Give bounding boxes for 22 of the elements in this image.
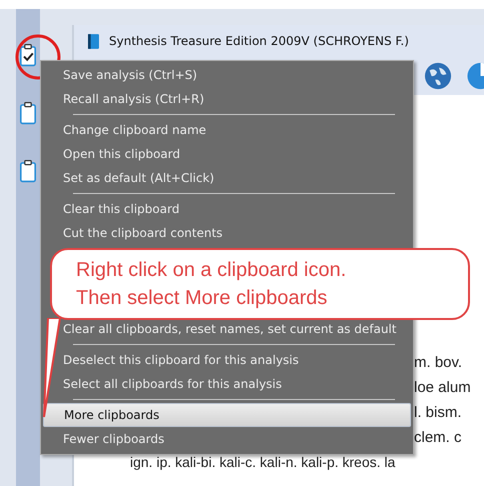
book-icon <box>88 34 99 48</box>
clipboard-icon[interactable] <box>20 159 36 183</box>
remedy-text: l. bism. <box>414 404 462 422</box>
menu-item[interactable]: Recall analysis (Ctrl+R) <box>43 87 411 111</box>
clipboard-check-icon[interactable] <box>20 43 36 67</box>
menu-item[interactable]: Save analysis (Ctrl+S) <box>43 63 411 87</box>
menu-item[interactable]: Fewer clipboards <box>43 427 411 451</box>
remedy-text: m. bov. <box>414 354 462 372</box>
window-title: Synthesis Treasure Edition 2009V (SCHROYENS F.) <box>109 34 409 48</box>
remedy-text: ign. ip. kali-bi. kali-c. kali-n. kali-p. kreos. la <box>130 454 396 472</box>
remedy-text: clem. c <box>414 429 462 447</box>
menu-item[interactable]: Clear this clipboard <box>43 197 411 221</box>
clipboard-icon[interactable] <box>20 101 36 125</box>
remedy-text: loe alum <box>414 379 471 397</box>
menu-item[interactable]: Cut the clipboard contents <box>43 221 411 245</box>
callout-text: Right click on a clipboard icon. <box>76 258 348 283</box>
callout-text: Then select More clipboards <box>76 286 328 311</box>
globe-icon[interactable] <box>424 62 452 90</box>
menu-item[interactable]: More clipboards <box>43 403 411 427</box>
menu-item[interactable]: Change clipboard name <box>43 118 411 142</box>
menu-item[interactable]: Set as default (Alt+Click) <box>43 166 411 190</box>
menu-item[interactable]: Open this clipboard <box>43 142 411 166</box>
